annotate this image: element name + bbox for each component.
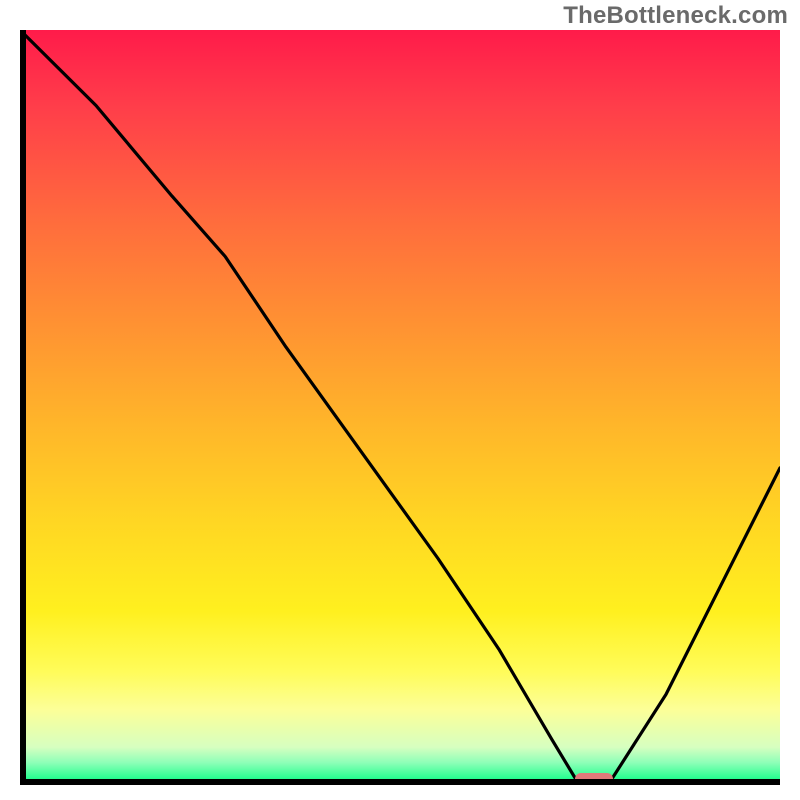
plot-area <box>20 30 780 785</box>
curve-overlay <box>20 30 780 785</box>
bottleneck-curve <box>20 30 780 778</box>
optimal-marker <box>575 773 613 785</box>
watermark-text: TheBottleneck.com <box>563 2 788 30</box>
bottleneck-chart: TheBottleneck.com <box>0 0 800 800</box>
